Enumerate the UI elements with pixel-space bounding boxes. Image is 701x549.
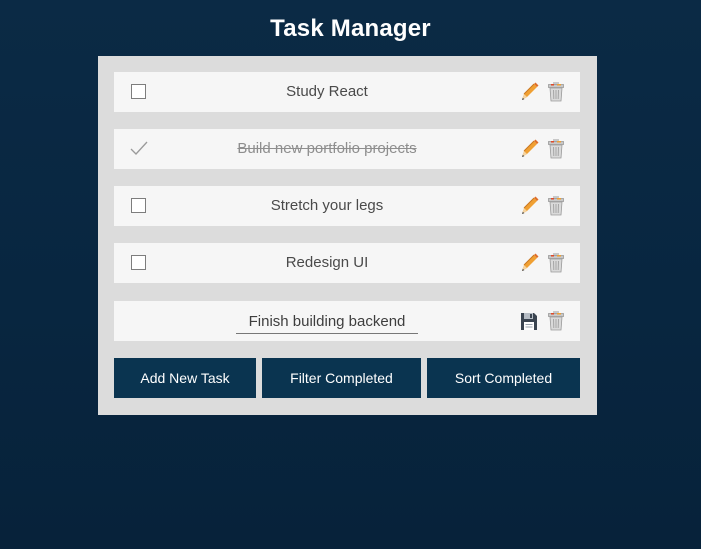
task-checkbox[interactable] [131, 198, 146, 213]
task-checkbox[interactable] [131, 84, 146, 99]
task-text: Study React [286, 83, 368, 100]
task-row: Stretch your legs [114, 186, 580, 226]
task-panel: Study React Build new portfolio projects… [98, 56, 597, 415]
pencil-icon[interactable] [519, 195, 539, 217]
task-row: Study React [114, 72, 580, 112]
sort-completed-button[interactable]: Sort Completed [427, 358, 580, 398]
pencil-icon[interactable] [519, 252, 539, 274]
pencil-icon[interactable] [519, 81, 539, 103]
task-text: Build new portfolio projects [237, 140, 417, 157]
task-edit-input[interactable] [236, 310, 418, 334]
pencil-icon[interactable] [519, 138, 539, 160]
trash-icon[interactable] [546, 310, 566, 332]
task-row: Build new portfolio projects [114, 129, 580, 169]
trash-icon[interactable] [546, 195, 566, 217]
floppy-disk-icon[interactable] [519, 310, 539, 332]
filter-completed-button[interactable]: Filter Completed [262, 358, 421, 398]
trash-icon[interactable] [546, 81, 566, 103]
trash-icon[interactable] [546, 252, 566, 274]
trash-icon[interactable] [546, 138, 566, 160]
task-checkbox[interactable] [131, 255, 146, 270]
task-text: Redesign UI [285, 254, 369, 271]
checkmark-icon[interactable] [129, 139, 149, 157]
task-row-editing [114, 301, 580, 341]
add-new-task-button[interactable]: Add New Task [114, 358, 256, 398]
page-title: Task Manager [270, 15, 431, 42]
task-text: Stretch your legs [270, 197, 384, 214]
task-row: Redesign UI [114, 243, 580, 283]
